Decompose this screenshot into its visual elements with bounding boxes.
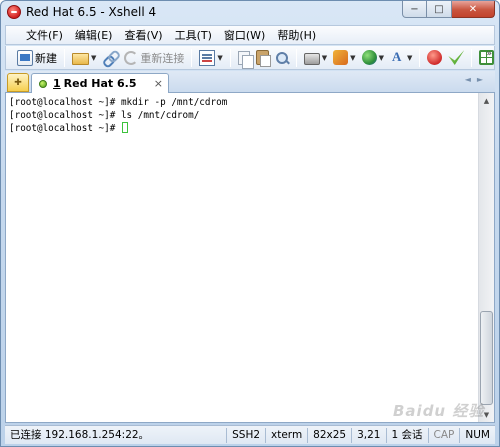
num-lock-indicator: NUM bbox=[465, 428, 490, 441]
print-dropdown-icon[interactable]: ▼ bbox=[322, 54, 327, 62]
terminal-prompt: [root@localhost ~]# bbox=[9, 123, 121, 134]
xshell-button[interactable] bbox=[424, 48, 445, 68]
encoding-dropdown-icon[interactable]: ▼ bbox=[379, 54, 384, 62]
toolbar: 新建 ▼ 重新连接 ▼ ▼ ▼ ▼ A ▼ » bbox=[5, 46, 495, 70]
connection-status: 已连接 192.168.1.254:22。 bbox=[5, 427, 228, 443]
font-icon bbox=[390, 49, 405, 65]
scrollbar-thumb[interactable] bbox=[480, 311, 493, 405]
window-controls: − □ ✕ bbox=[402, 1, 495, 18]
tab-number: 1 bbox=[53, 77, 61, 90]
toolbar-separator bbox=[229, 48, 231, 67]
xmanager-icon bbox=[448, 50, 465, 65]
reconnect-icon bbox=[124, 50, 139, 65]
xshell-app-icon[interactable] bbox=[7, 5, 21, 19]
print-button[interactable]: ▼ bbox=[301, 48, 330, 68]
new-session-button[interactable]: 新建 bbox=[14, 48, 60, 68]
xshell-window: Red Hat 6.5 - Xshell 4 − □ ✕ 文件(F) 编辑(E)… bbox=[0, 0, 500, 447]
cursor-position-status: 3,21 bbox=[352, 427, 387, 443]
scroll-up-arrow-icon[interactable]: ▲ bbox=[479, 93, 494, 108]
tab-red-hat-6-5[interactable]: 1 Red Hat 6.5 × bbox=[31, 73, 169, 93]
terminal-type-status: xterm bbox=[266, 427, 309, 443]
reconnect-button[interactable]: 重新连接 bbox=[121, 48, 187, 68]
copy-icon bbox=[237, 50, 254, 69]
terminal-output: [root@localhost ~]# mkdir -p /mnt/cdrom … bbox=[9, 96, 227, 135]
session-count-status: 1 会话 bbox=[387, 427, 429, 443]
caps-lock-indicator: CAP bbox=[429, 427, 461, 443]
toolbar-overflow-icon[interactable]: » bbox=[486, 49, 492, 59]
minimize-button[interactable]: − bbox=[402, 1, 427, 18]
folder-icon bbox=[72, 52, 89, 65]
connect-button[interactable] bbox=[99, 48, 121, 68]
tab-scroll-arrows-icon[interactable]: ◄► bbox=[465, 75, 489, 84]
watermark: Baidu 经验 bbox=[393, 402, 485, 420]
menu-window[interactable]: 窗口(W) bbox=[218, 27, 271, 43]
terminal-prompt-line: [root@localhost ~]# bbox=[9, 122, 227, 135]
search-icon bbox=[275, 51, 289, 65]
title-bar[interactable]: Red Hat 6.5 - Xshell 4 − □ ✕ bbox=[1, 1, 499, 23]
session-manager-tab[interactable]: ✚ bbox=[7, 73, 29, 92]
new-session-icon bbox=[17, 49, 33, 66]
xftp-icon bbox=[333, 50, 349, 65]
xftp-button[interactable]: ▼ bbox=[330, 48, 358, 68]
font-button[interactable]: ▼ bbox=[387, 48, 415, 68]
open-dropdown-icon[interactable]: ▼ bbox=[91, 54, 96, 62]
paste-button[interactable] bbox=[253, 48, 272, 68]
terminal-scrollbar[interactable]: ▲ ▼ bbox=[478, 93, 494, 422]
find-button[interactable] bbox=[272, 48, 292, 68]
font-dropdown-icon[interactable]: ▼ bbox=[407, 54, 412, 62]
tab-title: Red Hat 6.5 bbox=[63, 77, 137, 90]
terminal-line: [root@localhost ~]# ls /mnt/cdrom/ bbox=[9, 110, 200, 121]
reconnect-label: 重新连接 bbox=[140, 51, 185, 65]
terminal-cursor bbox=[121, 122, 128, 133]
menu-tools[interactable]: 工具(T) bbox=[169, 27, 218, 43]
new-session-label: 新建 bbox=[35, 51, 57, 65]
xshell-icon bbox=[427, 50, 443, 65]
close-button[interactable]: ✕ bbox=[452, 1, 495, 18]
window-title: Red Hat 6.5 - Xshell 4 bbox=[26, 5, 157, 19]
session-tab-bar: ✚ 1 Red Hat 6.5 × ◄► bbox=[5, 71, 495, 93]
menu-view[interactable]: 查看(V) bbox=[118, 27, 168, 43]
terminal-line: [root@localhost ~]# mkdir -p /mnt/cdrom bbox=[9, 97, 228, 108]
globe-icon bbox=[361, 50, 377, 65]
paste-icon bbox=[255, 50, 271, 67]
properties-button[interactable]: ▼ bbox=[196, 48, 225, 68]
toolbar-separator bbox=[295, 48, 297, 67]
toolbar-separator bbox=[64, 48, 65, 67]
xmanager-button[interactable] bbox=[445, 48, 467, 68]
status-bar: 已连接 192.168.1.254:22。 SSH2 xterm 82x25 3… bbox=[5, 425, 495, 444]
copy-button[interactable] bbox=[235, 48, 254, 69]
toolbar-separator bbox=[191, 48, 193, 67]
session-manager-icon: ✚ bbox=[14, 77, 22, 88]
protocol-status: SSH2 bbox=[227, 427, 267, 443]
terminal-area[interactable]: [root@localhost ~]# mkdir -p /mnt/cdrom … bbox=[5, 93, 495, 423]
tab-close-icon[interactable]: × bbox=[154, 77, 163, 90]
toolbar-separator bbox=[471, 48, 473, 67]
terminal-size-status: 82x25 bbox=[308, 427, 353, 443]
properties-icon bbox=[199, 49, 216, 66]
open-button[interactable]: ▼ bbox=[69, 48, 99, 68]
menu-edit[interactable]: 编辑(E) bbox=[69, 27, 119, 43]
encoding-button[interactable]: ▼ bbox=[359, 48, 387, 68]
toolbar-separator bbox=[419, 48, 421, 67]
link-icon bbox=[102, 50, 118, 66]
maximize-button[interactable]: □ bbox=[427, 1, 452, 18]
menu-help[interactable]: 帮助(H) bbox=[271, 27, 322, 43]
properties-dropdown-icon[interactable]: ▼ bbox=[217, 54, 222, 62]
connected-status-icon bbox=[39, 79, 47, 88]
menu-file[interactable]: 文件(F) bbox=[20, 27, 69, 43]
xftp-dropdown-icon[interactable]: ▼ bbox=[350, 54, 355, 62]
printer-icon bbox=[303, 53, 320, 65]
menu-bar: 文件(F) 编辑(E) 查看(V) 工具(T) 窗口(W) 帮助(H) bbox=[5, 25, 495, 45]
